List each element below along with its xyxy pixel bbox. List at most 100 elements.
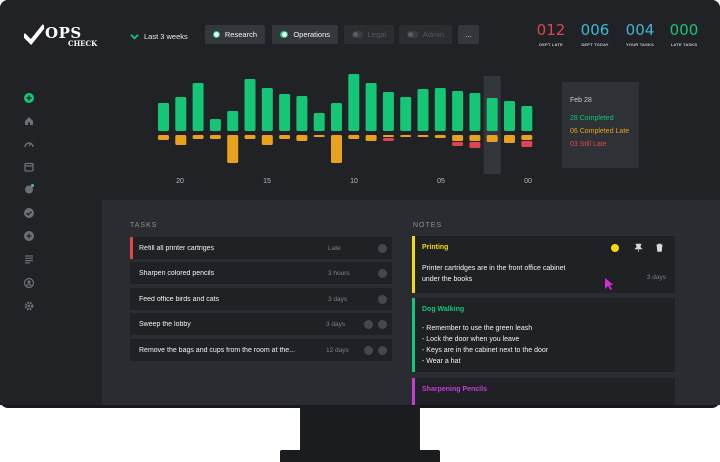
task-row[interactable]: Feed office birds and cats 3 days [130, 288, 392, 310]
task-name: Remove the bags and cups from the room a… [139, 346, 296, 354]
tooltip-completed-late: 06 Completed Late [570, 128, 630, 135]
note-card[interactable]: Dog Walking - Remember to use the green … [412, 298, 675, 372]
task-name: Refill all printer cartriges [139, 244, 215, 252]
task-name: Sweep the lobby [139, 320, 191, 328]
pin-icon[interactable] [634, 243, 643, 252]
bar-completed[interactable] [452, 91, 464, 131]
tasks-title: TASKS [130, 222, 158, 229]
bar-completed-late[interactable] [348, 135, 360, 139]
bar-completed-late[interactable] [331, 135, 342, 163]
complete-check-icon[interactable] [378, 243, 387, 253]
bar-completed[interactable] [244, 79, 256, 131]
settings-icon[interactable] [24, 301, 34, 311]
trash-icon[interactable] [655, 243, 664, 252]
check-circle-icon[interactable] [24, 208, 34, 218]
note-title: Sharpening Pencils [422, 386, 487, 393]
bar-completed[interactable] [227, 111, 239, 131]
bar-completed[interactable] [469, 93, 481, 131]
complete-check-icon[interactable] [378, 319, 387, 329]
task-name: Sharpen colored pencils [139, 269, 215, 277]
x-tick-label: 10 [350, 178, 358, 185]
user-icon[interactable] [24, 278, 34, 288]
note-color-stripe [412, 236, 415, 293]
note-title: Printing [422, 244, 449, 251]
bar-completed[interactable] [209, 119, 221, 131]
task-due: Late [328, 244, 341, 252]
bar-completed-late[interactable] [175, 135, 187, 145]
add-circle-icon[interactable] [24, 231, 34, 241]
bar-completed[interactable] [158, 103, 169, 131]
x-tick-label: 00 [524, 178, 532, 185]
bar-completed[interactable] [382, 92, 394, 131]
bar-completed[interactable] [296, 96, 308, 131]
bar-completed-late[interactable] [296, 135, 308, 141]
task-row[interactable]: Remove the bags and cups from the room a… [130, 339, 392, 361]
task-due: 3 days [326, 320, 346, 328]
bar-completed-late[interactable] [486, 135, 498, 142]
snooze-icon[interactable] [364, 319, 373, 329]
bar-completed-late[interactable] [158, 135, 169, 140]
task-row[interactable]: Refill all printer cartriges Late [130, 237, 392, 259]
bar-completed-late[interactable] [382, 135, 394, 137]
bar-completed[interactable] [365, 83, 377, 131]
bar-still-late[interactable] [452, 142, 464, 146]
bar-completed-late[interactable] [227, 135, 239, 163]
task-row[interactable]: Sweep the lobby 3 days [130, 313, 392, 335]
task-due: 3 days [328, 295, 348, 303]
notes-title: NOTES [413, 222, 443, 229]
bar-completed-late[interactable] [504, 135, 515, 143]
bar-completed[interactable] [348, 74, 360, 131]
bar-completed-late[interactable] [417, 135, 429, 137]
task-row[interactable]: Sharpen colored pencils 3 hours [130, 262, 392, 284]
complete-check-icon[interactable] [378, 294, 387, 304]
bar-completed[interactable] [331, 103, 342, 131]
bar-still-late[interactable] [521, 141, 533, 147]
bar-completed-late[interactable] [192, 135, 204, 139]
note-body: Printer cartridges are in the front offi… [422, 265, 566, 283]
note-card[interactable]: Printing Printer cartridges are in the f… [412, 236, 675, 293]
note-card[interactable]: Sharpening Pencils [412, 378, 675, 405]
complete-check-icon[interactable] [378, 345, 387, 355]
task-name: Feed office birds and cats [139, 295, 220, 303]
bar-completed-late[interactable] [279, 135, 291, 139]
bar-completed[interactable] [192, 83, 204, 131]
bar-still-late[interactable] [382, 138, 394, 141]
bar-completed-late[interactable] [244, 135, 256, 139]
color-picker-icon[interactable] [611, 244, 619, 252]
snooze-icon[interactable] [364, 345, 373, 355]
bar-completed[interactable] [400, 97, 412, 131]
bar-completed[interactable] [486, 98, 498, 131]
tooltip-completed: 28 Completed [570, 115, 614, 122]
bar-completed[interactable] [417, 89, 429, 131]
bar-completed[interactable] [504, 101, 515, 131]
note-body: - Remember to use the green leash - Lock… [422, 325, 549, 365]
note-title: Dog Walking [422, 306, 465, 313]
x-tick-label: 20 [176, 178, 184, 185]
bar-completed-late[interactable] [313, 135, 325, 137]
cursor-icon [605, 278, 614, 290]
bar-completed-late[interactable] [400, 135, 412, 137]
x-tick-label: 15 [263, 178, 271, 185]
bar-completed[interactable] [279, 94, 291, 131]
bar-completed-late[interactable] [261, 135, 273, 145]
list-icon[interactable] [24, 254, 34, 264]
note-color-stripe [412, 378, 415, 405]
bar-completed[interactable] [313, 113, 325, 131]
bar-completed[interactable] [175, 97, 187, 131]
tooltip-still-late: 03 Still Late [570, 141, 607, 148]
bar-completed[interactable] [521, 106, 533, 131]
bar-completed[interactable] [261, 88, 273, 131]
bar-still-late[interactable] [469, 142, 481, 148]
bar-completed-late[interactable] [521, 135, 533, 140]
bar-completed-late[interactable] [365, 135, 377, 141]
bar-completed-late[interactable] [469, 135, 481, 141]
bar-completed-late[interactable] [209, 135, 221, 139]
task-due: 12 days [326, 346, 349, 354]
bar-completed-late[interactable] [434, 135, 446, 138]
chart-tooltip: Feb 28 28 Completed 06 Completed Late 03… [562, 82, 639, 168]
bar-completed-late[interactable] [452, 135, 464, 141]
bar-completed[interactable] [434, 88, 446, 131]
task-due: 3 hours [328, 269, 350, 277]
monitor-stand-neck [300, 406, 420, 452]
complete-check-icon[interactable] [378, 268, 387, 278]
